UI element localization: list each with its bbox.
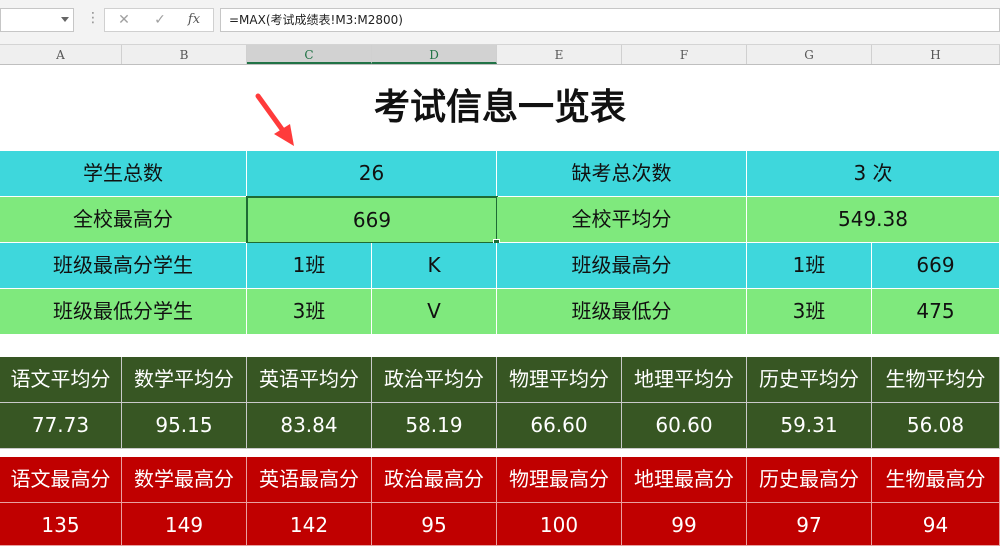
sheet-title[interactable]: 考试信息一览表 [0, 64, 1000, 152]
max-value-physics[interactable]: 100 [497, 503, 622, 546]
avg-header-math[interactable]: 数学平均分 [122, 357, 247, 403]
max-header-chinese[interactable]: 语文最高分 [0, 457, 122, 503]
avg-value-biology[interactable]: 56.08 [872, 403, 1000, 449]
avg-value-math[interactable]: 95.15 [122, 403, 247, 449]
max-value-politics[interactable]: 95 [372, 503, 497, 546]
avg-header-physics[interactable]: 物理平均分 [497, 357, 622, 403]
value-class-max-score[interactable]: 669 [872, 243, 1000, 289]
label-class-min-score[interactable]: 班级最低分 [497, 289, 747, 335]
column-header-b[interactable]: B [122, 45, 247, 64]
column-header-a[interactable]: A [0, 45, 122, 64]
column-headers: A B C D E F G H [0, 45, 1000, 65]
value-class-top-student[interactable]: K [372, 243, 497, 289]
chevron-down-icon[interactable] [61, 17, 69, 22]
label-school-average[interactable]: 全校平均分 [497, 197, 747, 243]
cancel-icon[interactable]: ✕ [111, 11, 137, 29]
label-class-low-student[interactable]: 班级最低分学生 [0, 289, 247, 335]
label-school-max[interactable]: 全校最高分 [0, 197, 247, 243]
value-absent-count[interactable]: 3 次 [747, 151, 1000, 197]
avg-value-physics[interactable]: 66.60 [497, 403, 622, 449]
avg-header-english[interactable]: 英语平均分 [247, 357, 372, 403]
column-header-h[interactable]: H [872, 45, 1000, 64]
value-class-top-class[interactable]: 1班 [247, 243, 372, 289]
label-class-max-score[interactable]: 班级最高分 [497, 243, 747, 289]
column-header-c[interactable]: C [247, 45, 372, 64]
value-total-students[interactable]: 26 [247, 151, 497, 197]
avg-header-chinese[interactable]: 语文平均分 [0, 357, 122, 403]
avg-header-biology[interactable]: 生物平均分 [872, 357, 1000, 403]
max-header-geography[interactable]: 地理最高分 [622, 457, 747, 503]
max-value-english[interactable]: 142 [247, 503, 372, 546]
value-school-max-selected[interactable]: 669 [246, 196, 498, 244]
max-header-politics[interactable]: 政治最高分 [372, 457, 497, 503]
max-header-physics[interactable]: 物理最高分 [497, 457, 622, 503]
formula-input[interactable]: =MAX(考试成绩表!M3:M2800) [220, 8, 1000, 32]
column-header-d[interactable]: D [372, 45, 497, 64]
label-class-top-student[interactable]: 班级最高分学生 [0, 243, 247, 289]
formula-bar: ⋮ ✕ ✓ fx =MAX(考试成绩表!M3:M2800) [0, 0, 1000, 45]
value-class-min-class[interactable]: 3班 [747, 289, 872, 335]
avg-value-chinese[interactable]: 77.73 [0, 403, 122, 449]
more-options-icon[interactable]: ⋮ [86, 10, 100, 26]
label-total-students[interactable]: 学生总数 [0, 151, 247, 197]
max-value-math[interactable]: 149 [122, 503, 247, 546]
max-value-history[interactable]: 97 [747, 503, 872, 546]
column-header-g[interactable]: G [747, 45, 872, 64]
avg-value-politics[interactable]: 58.19 [372, 403, 497, 449]
max-value-biology[interactable]: 94 [872, 503, 1000, 546]
label-absent-count[interactable]: 缺考总次数 [497, 151, 747, 197]
max-header-biology[interactable]: 生物最高分 [872, 457, 1000, 503]
insert-function-icon[interactable]: fx [181, 11, 207, 29]
arrow-annotation-icon [255, 93, 294, 146]
value-class-low-class[interactable]: 3班 [247, 289, 372, 335]
max-value-chinese[interactable]: 135 [0, 503, 122, 546]
value-school-average[interactable]: 549.38 [747, 197, 1000, 243]
name-box[interactable] [0, 8, 74, 32]
avg-value-english[interactable]: 83.84 [247, 403, 372, 449]
column-header-f[interactable]: F [622, 45, 747, 64]
avg-value-geography[interactable]: 60.60 [622, 403, 747, 449]
max-header-math[interactable]: 数学最高分 [122, 457, 247, 503]
value-class-max-class[interactable]: 1班 [747, 243, 872, 289]
avg-value-history[interactable]: 59.31 [747, 403, 872, 449]
value-class-low-student[interactable]: V [372, 289, 497, 335]
avg-header-geography[interactable]: 地理平均分 [622, 357, 747, 403]
value-class-min-score[interactable]: 475 [872, 289, 1000, 335]
max-header-history[interactable]: 历史最高分 [747, 457, 872, 503]
enter-icon[interactable]: ✓ [147, 11, 173, 29]
max-value-geography[interactable]: 99 [622, 503, 747, 546]
avg-header-history[interactable]: 历史平均分 [747, 357, 872, 403]
avg-header-politics[interactable]: 政治平均分 [372, 357, 497, 403]
column-header-e[interactable]: E [497, 45, 622, 64]
formula-buttons: ✕ ✓ fx [104, 8, 214, 32]
max-header-english[interactable]: 英语最高分 [247, 457, 372, 503]
